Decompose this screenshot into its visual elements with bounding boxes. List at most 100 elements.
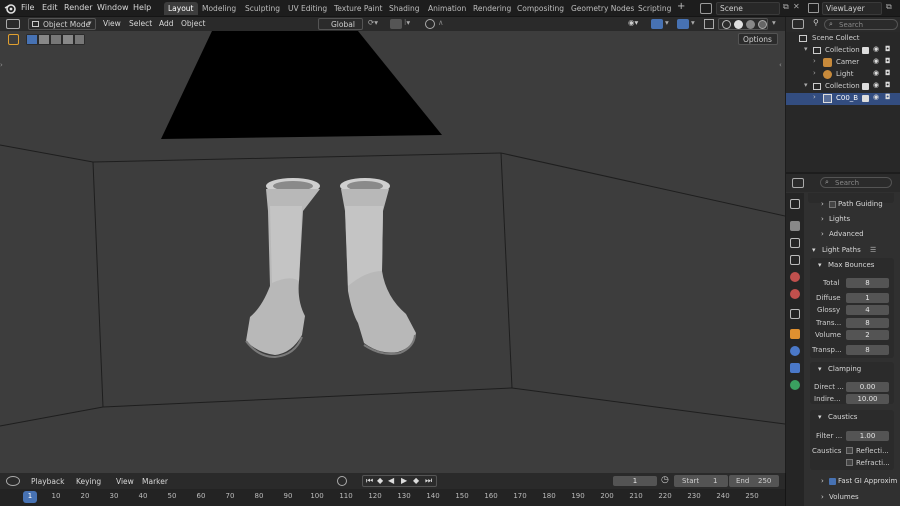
- reflective-caustics-checkbox[interactable]: [846, 447, 853, 454]
- outliner-row-collection-2[interactable]: ▾ Collection ◉ ◘: [786, 81, 900, 93]
- chevron-right-icon[interactable]: ›: [821, 230, 824, 238]
- tab-rendering[interactable]: Rendering: [469, 2, 515, 15]
- select-invert-icon[interactable]: [63, 35, 73, 44]
- menu-playback[interactable]: Playback: [31, 477, 64, 486]
- jump-start-icon[interactable]: ⏮: [366, 476, 373, 486]
- object-tab-icon[interactable]: [790, 329, 800, 339]
- field-indirect-light[interactable]: 10.00: [846, 394, 889, 404]
- field-transparent[interactable]: 8: [846, 345, 889, 355]
- eye-icon[interactable]: ◉: [873, 45, 879, 53]
- tab-texture-paint[interactable]: Texture Paint: [330, 2, 386, 15]
- editor-type-icon[interactable]: [6, 19, 20, 29]
- transform-orientation-selector[interactable]: Global: [318, 18, 363, 30]
- chevron-right-icon[interactable]: ›: [813, 69, 816, 77]
- section-caustics[interactable]: Caustics: [828, 413, 857, 421]
- chevron-down-icon[interactable]: ▾: [804, 45, 808, 53]
- eye-icon[interactable]: ◉: [873, 69, 879, 77]
- menu-timeline-view[interactable]: View: [116, 477, 134, 486]
- sidebar-expand-icon[interactable]: ‹: [779, 61, 782, 69]
- menu-object[interactable]: Object: [181, 19, 205, 28]
- section-lights[interactable]: Lights: [829, 215, 850, 223]
- menu-window[interactable]: Window: [97, 3, 129, 12]
- view-layer-copy-icon[interactable]: ⧉: [886, 2, 892, 12]
- tab-sculpting[interactable]: Sculpting: [241, 2, 284, 15]
- path-guiding-checkbox[interactable]: [829, 201, 836, 208]
- overlays-options-icon[interactable]: ▾: [691, 18, 695, 27]
- checkbox-icon[interactable]: [862, 47, 869, 54]
- timeline-ruler[interactable]: 1 10 20 30 40 50 60 70 80 90 100 110 120…: [0, 489, 785, 506]
- select-intersect-icon[interactable]: [75, 35, 84, 44]
- view-layer-selector[interactable]: ViewLayer: [822, 2, 882, 15]
- eye-icon[interactable]: ◉: [873, 93, 879, 101]
- tab-geometry-nodes[interactable]: Geometry Nodes: [567, 2, 638, 15]
- section-volumes[interactable]: Volumes: [829, 493, 859, 501]
- eye-icon[interactable]: ◉: [873, 57, 879, 65]
- gizmo-options-icon[interactable]: ▾: [665, 18, 669, 27]
- options-dropdown[interactable]: Options: [738, 33, 778, 45]
- output-tab-icon[interactable]: [790, 238, 800, 248]
- shading-options-icon[interactable]: ▾: [772, 18, 776, 27]
- boot-right[interactable]: [340, 178, 416, 355]
- tab-shading[interactable]: Shading: [385, 2, 423, 15]
- chevron-down-icon[interactable]: ▾: [818, 261, 822, 269]
- camera-render-icon[interactable]: ◘: [885, 45, 891, 53]
- tab-layout[interactable]: Layout: [164, 2, 198, 15]
- refractive-caustics-checkbox[interactable]: [846, 459, 853, 466]
- outliner-row-light[interactable]: › Light ◉ ◘: [786, 69, 900, 81]
- current-frame-field[interactable]: 1: [613, 476, 657, 486]
- select-tool-icon[interactable]: [8, 34, 19, 45]
- presets-icon[interactable]: ☰: [870, 246, 876, 254]
- select-extend-icon[interactable]: [39, 35, 49, 44]
- outliner-search[interactable]: ⌕ Search: [824, 19, 898, 30]
- menu-view[interactable]: View: [103, 19, 121, 28]
- gizmo-toggle-icon[interactable]: [651, 19, 663, 29]
- falloff-icon[interactable]: ∧: [438, 18, 444, 27]
- prev-keyframe-icon[interactable]: ◆: [377, 476, 383, 485]
- checkbox-icon[interactable]: [862, 95, 869, 102]
- boot-left[interactable]: [245, 178, 320, 359]
- material-shading-icon[interactable]: [746, 20, 755, 29]
- outliner-row-scene-collection[interactable]: Scene Collect: [786, 33, 900, 45]
- visibility-icon[interactable]: ◉▾: [628, 18, 638, 27]
- scene-selector[interactable]: Scene: [716, 2, 780, 15]
- view-layer-icon[interactable]: [808, 3, 819, 13]
- render-tab-icon[interactable]: [790, 221, 800, 231]
- blender-logo-icon[interactable]: [4, 3, 16, 14]
- solid-shading-icon[interactable]: [734, 20, 743, 29]
- camera-render-icon[interactable]: ◘: [885, 93, 891, 101]
- tab-uv-editing[interactable]: UV Editing: [284, 2, 331, 15]
- section-clamping[interactable]: Clamping: [828, 365, 861, 373]
- scene-close-icon[interactable]: ✕: [793, 2, 800, 11]
- chevron-down-icon[interactable]: ▾: [812, 246, 816, 254]
- snap-icon[interactable]: [390, 19, 402, 29]
- auto-keying-icon[interactable]: [337, 476, 347, 486]
- 3d-viewport[interactable]: [0, 31, 785, 473]
- outliner-editor-icon[interactable]: [792, 19, 804, 29]
- menu-help[interactable]: Help: [133, 3, 151, 12]
- tab-animation[interactable]: Animation: [424, 2, 470, 15]
- section-light-paths[interactable]: Light Paths: [822, 246, 861, 254]
- clock-icon[interactable]: ◷: [661, 475, 669, 485]
- field-total[interactable]: 8: [846, 278, 889, 288]
- overlays-toggle-icon[interactable]: [677, 19, 689, 29]
- play-reverse-icon[interactable]: ◀: [388, 476, 394, 485]
- timeline-editor-icon[interactable]: [6, 476, 20, 486]
- tab-compositing[interactable]: Compositing: [513, 2, 568, 15]
- field-direct-light[interactable]: 0.00: [846, 382, 889, 392]
- field-diffuse[interactable]: 1: [846, 293, 889, 303]
- modifier-tab-icon[interactable]: [790, 346, 800, 356]
- pivot-icon[interactable]: ⟳▾: [368, 18, 378, 27]
- menu-keying[interactable]: Keying: [76, 477, 101, 486]
- chevron-right-icon[interactable]: ›: [821, 477, 824, 485]
- world-tab-icon[interactable]: [790, 289, 800, 299]
- menu-render[interactable]: Render: [64, 3, 92, 12]
- outliner-row-boots[interactable]: › C00_B ◉ ◘: [786, 93, 900, 105]
- menu-file[interactable]: File: [21, 3, 34, 12]
- eye-icon[interactable]: ◉: [873, 81, 879, 89]
- outliner-row-collection[interactable]: ▾ Collection ◉ ◘: [786, 45, 900, 57]
- chevron-right-icon[interactable]: ›: [813, 93, 816, 101]
- menu-marker[interactable]: Marker: [142, 477, 168, 486]
- chevron-right-icon[interactable]: ›: [821, 493, 824, 501]
- mode-selector[interactable]: Object Mode ▾: [28, 18, 96, 30]
- tab-scripting[interactable]: Scripting: [634, 2, 675, 15]
